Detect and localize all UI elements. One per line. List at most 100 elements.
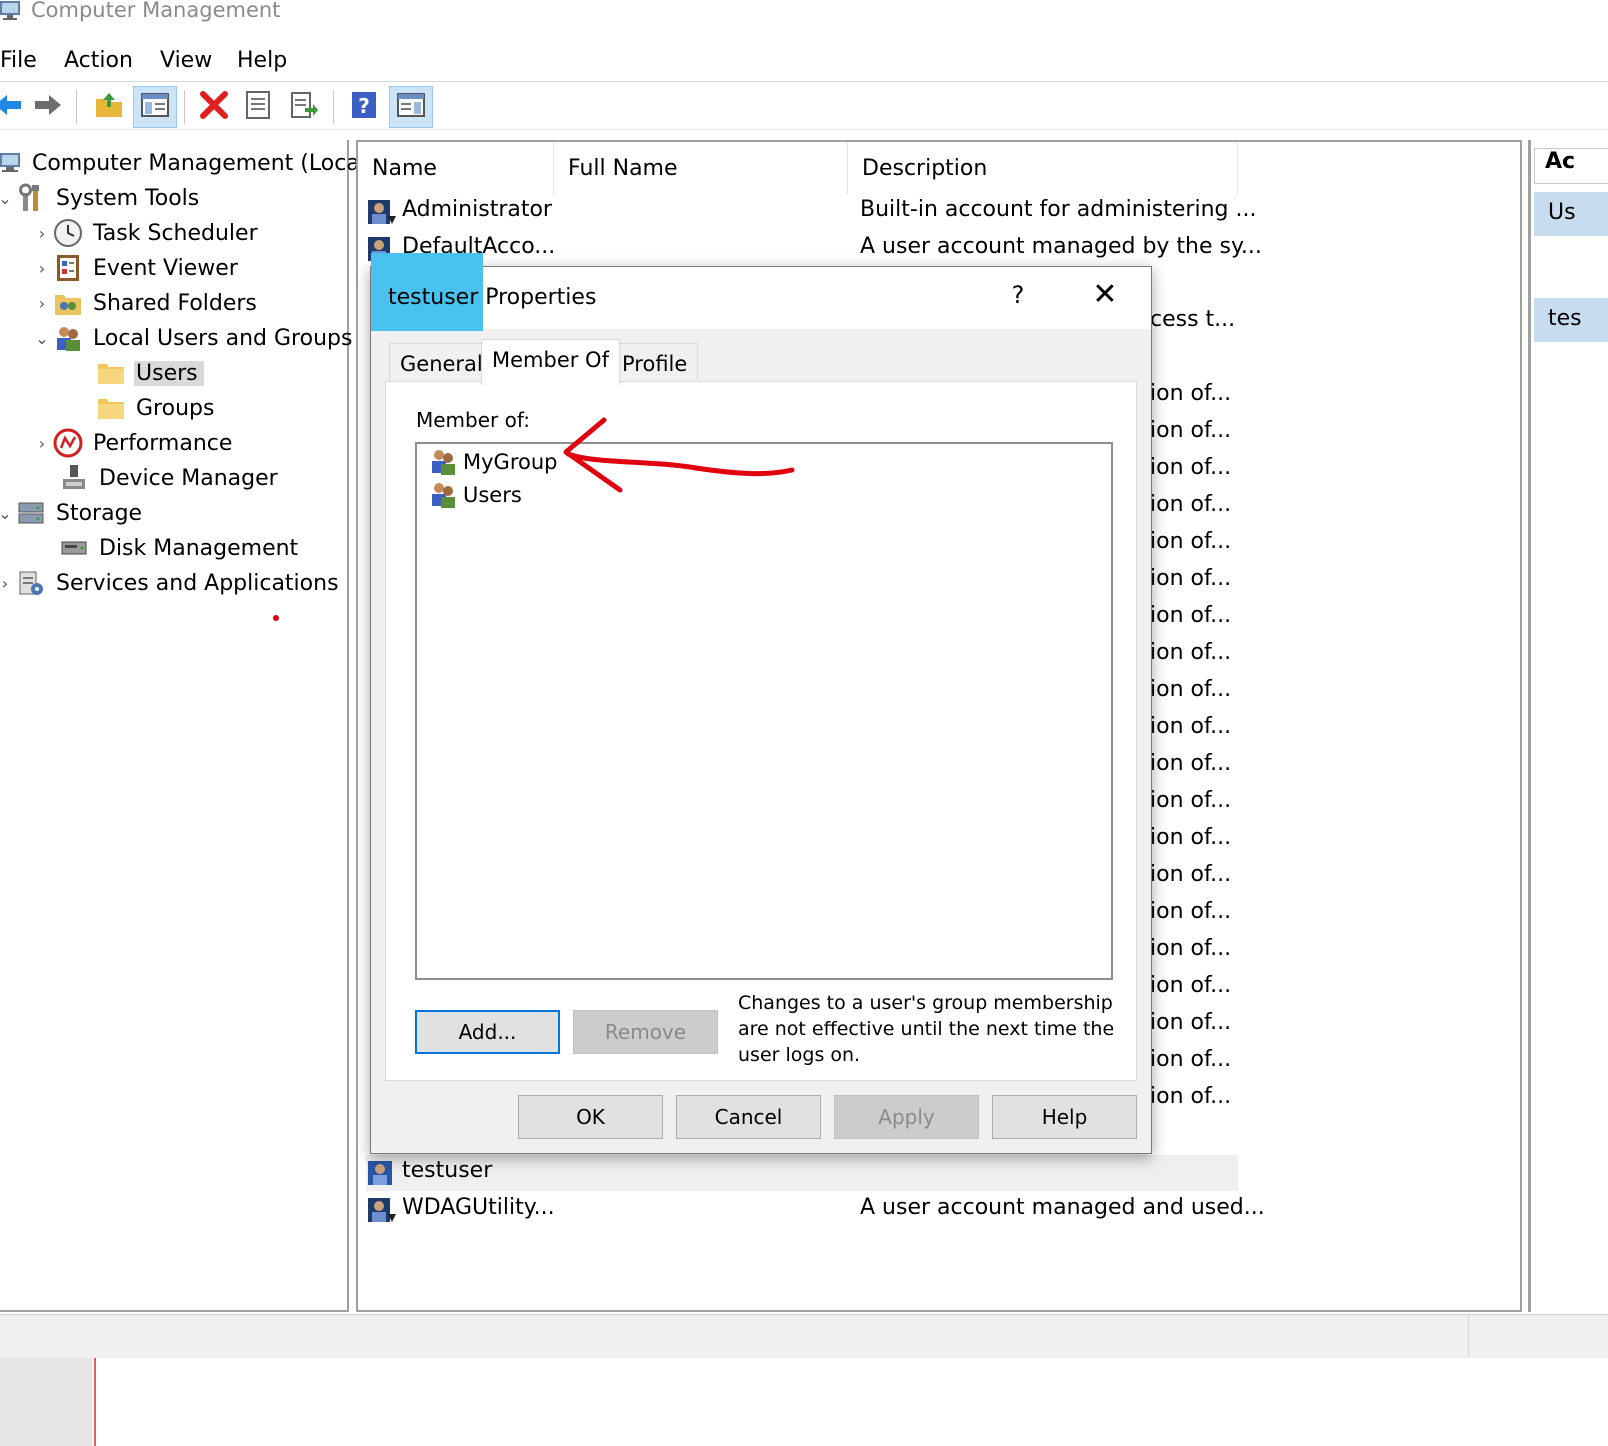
column-header-full-name[interactable]: Full Name bbox=[554, 142, 848, 194]
window-title: Computer Management bbox=[31, 0, 281, 22]
properties-icon bbox=[244, 90, 272, 124]
description-fragment: ion of... bbox=[1150, 1084, 1232, 1109]
cancel-button[interactable]: Cancel bbox=[676, 1095, 821, 1139]
chevron-down-icon[interactable]: ⌄ bbox=[0, 187, 16, 209]
user-icon bbox=[366, 1194, 398, 1226]
tree-item-computer-management[interactable]: Computer Management (Local) bbox=[0, 146, 380, 180]
column-header-description[interactable]: Description bbox=[848, 142, 1238, 194]
chevron-down-icon[interactable]: ⌄ bbox=[0, 502, 16, 524]
chevron-right-icon[interactable]: › bbox=[31, 257, 53, 279]
up-folder-icon bbox=[94, 91, 124, 123]
menu-view[interactable]: View bbox=[160, 48, 212, 73]
description-fragment: ion of... bbox=[1150, 751, 1232, 776]
help-dialog-button[interactable]: Help bbox=[992, 1095, 1137, 1139]
tree-item-storage[interactable]: ⌄ Storage bbox=[0, 496, 148, 530]
table-row[interactable]: Administrator Built-in account for admin… bbox=[366, 194, 1256, 230]
description-fragment: ion of... bbox=[1150, 603, 1232, 628]
remove-button[interactable]: Remove bbox=[573, 1010, 718, 1054]
show-hide-tree-icon bbox=[140, 92, 170, 122]
tree-item-users[interactable]: Users bbox=[96, 356, 204, 390]
table-row[interactable]: testuser bbox=[366, 1155, 1238, 1191]
close-button[interactable]: ✕ bbox=[1089, 277, 1121, 312]
tree-item-system-tools[interactable]: ⌄ System Tools bbox=[0, 181, 205, 215]
list-item[interactable]: MyGroup bbox=[427, 446, 557, 478]
description-fragment: ion of... bbox=[1150, 418, 1232, 443]
description-fragment: ion of... bbox=[1150, 677, 1232, 702]
table-row[interactable]: DefaultAcco... A user account managed by… bbox=[366, 231, 1262, 267]
delete-icon bbox=[199, 90, 229, 124]
description-fragment: ion of... bbox=[1150, 936, 1232, 961]
tree-item-device-manager[interactable]: Device Manager bbox=[59, 461, 284, 495]
chevron-down-icon[interactable]: ⌄ bbox=[31, 327, 53, 349]
description-fragment: ion of... bbox=[1150, 455, 1232, 480]
user-icon bbox=[366, 1157, 398, 1189]
description-fragment: ion of... bbox=[1150, 862, 1232, 887]
help-button[interactable]: ? bbox=[342, 86, 386, 128]
show-hide-action-pane-button[interactable] bbox=[389, 86, 433, 128]
annotation-dot bbox=[273, 615, 279, 621]
folder-icon bbox=[96, 393, 126, 423]
console-tree: Computer Management (Local) ⌄ System Too… bbox=[0, 140, 374, 1312]
folder-icon bbox=[96, 358, 126, 388]
export-list-icon bbox=[289, 90, 319, 124]
description-fragment: ion of... bbox=[1150, 529, 1232, 554]
context-help-button[interactable]: ? bbox=[1003, 281, 1033, 309]
menu-action[interactable]: Action bbox=[64, 48, 133, 73]
up-folder-button[interactable] bbox=[87, 86, 131, 128]
show-hide-action-pane-icon bbox=[396, 92, 426, 122]
description-fragment: ion of... bbox=[1150, 640, 1232, 665]
tree-item-groups[interactable]: Groups bbox=[96, 391, 220, 425]
tree-item-local-users-groups[interactable]: ⌄ Local Users and Groups bbox=[31, 321, 358, 355]
tree-item-performance[interactable]: › Performance bbox=[31, 426, 238, 460]
services-icon bbox=[16, 568, 46, 598]
add-button[interactable]: Add... bbox=[415, 1010, 560, 1054]
actions-section-testuser[interactable]: tes bbox=[1534, 298, 1608, 342]
tree-item-event-viewer[interactable]: › Event Viewer bbox=[31, 251, 244, 285]
properties-button[interactable] bbox=[236, 86, 280, 128]
tree-item-task-scheduler[interactable]: › Task Scheduler bbox=[31, 216, 264, 250]
delete-button[interactable] bbox=[192, 86, 236, 128]
actions-section-users[interactable]: Us bbox=[1534, 192, 1608, 236]
chevron-right-icon[interactable]: › bbox=[0, 572, 16, 594]
dialog-title-bar: testuser Properties ? ✕ bbox=[371, 253, 1151, 331]
chevron-right-icon[interactable]: › bbox=[31, 222, 53, 244]
member-of-list[interactable]: MyGroup Users bbox=[415, 442, 1113, 980]
apply-button[interactable]: Apply bbox=[834, 1095, 979, 1139]
membership-note: Changes to a user's group membership are… bbox=[738, 992, 1115, 1066]
performance-icon bbox=[53, 428, 83, 458]
tab-member-of[interactable]: Member Of bbox=[481, 339, 620, 385]
member-of-label: Member of: bbox=[416, 408, 530, 432]
forward-button[interactable] bbox=[26, 86, 70, 128]
dialog-title: testuser Properties bbox=[388, 285, 597, 310]
tree-item-disk-management[interactable]: Disk Management bbox=[59, 531, 304, 565]
tab-general[interactable]: General bbox=[389, 343, 494, 383]
tree-item-services-apps[interactable]: › Services and Applications bbox=[0, 566, 345, 600]
description-fragment: ion of... bbox=[1150, 714, 1232, 739]
column-header-name[interactable]: Name bbox=[358, 142, 554, 194]
table-row[interactable]: WDAGUtility... A user account managed an… bbox=[366, 1192, 1265, 1228]
description-fragment: ion of... bbox=[1150, 825, 1232, 850]
group-icon bbox=[427, 447, 459, 477]
chevron-right-icon[interactable]: › bbox=[31, 292, 53, 314]
description-fragment: ion of... bbox=[1150, 1047, 1232, 1072]
group-icon bbox=[427, 480, 459, 510]
show-hide-tree-button[interactable] bbox=[133, 86, 177, 128]
tab-profile[interactable]: Profile bbox=[611, 343, 699, 383]
export-list-button[interactable] bbox=[282, 86, 326, 128]
clock-icon bbox=[53, 218, 83, 248]
chevron-right-icon[interactable]: › bbox=[31, 432, 53, 454]
menu-file[interactable]: File bbox=[0, 48, 37, 73]
actions-pane: Ac Us tes bbox=[1528, 140, 1608, 1312]
description-fragment: ion of... bbox=[1150, 1010, 1232, 1035]
menu-help[interactable]: Help bbox=[237, 48, 287, 73]
status-bar bbox=[0, 1314, 1608, 1359]
ok-button[interactable]: OK bbox=[518, 1095, 663, 1139]
storage-icon bbox=[16, 498, 46, 528]
description-fragment: ion of... bbox=[1150, 973, 1232, 998]
annotation-arrow bbox=[563, 417, 795, 493]
properties-dialog: testuser Properties ? ✕ General Member O… bbox=[370, 253, 1152, 1154]
list-item[interactable]: Users bbox=[427, 479, 522, 511]
svg-text:?: ? bbox=[358, 94, 370, 118]
description-fragment: ion of... bbox=[1150, 492, 1232, 517]
tree-item-shared-folders[interactable]: › Shared Folders bbox=[31, 286, 263, 320]
